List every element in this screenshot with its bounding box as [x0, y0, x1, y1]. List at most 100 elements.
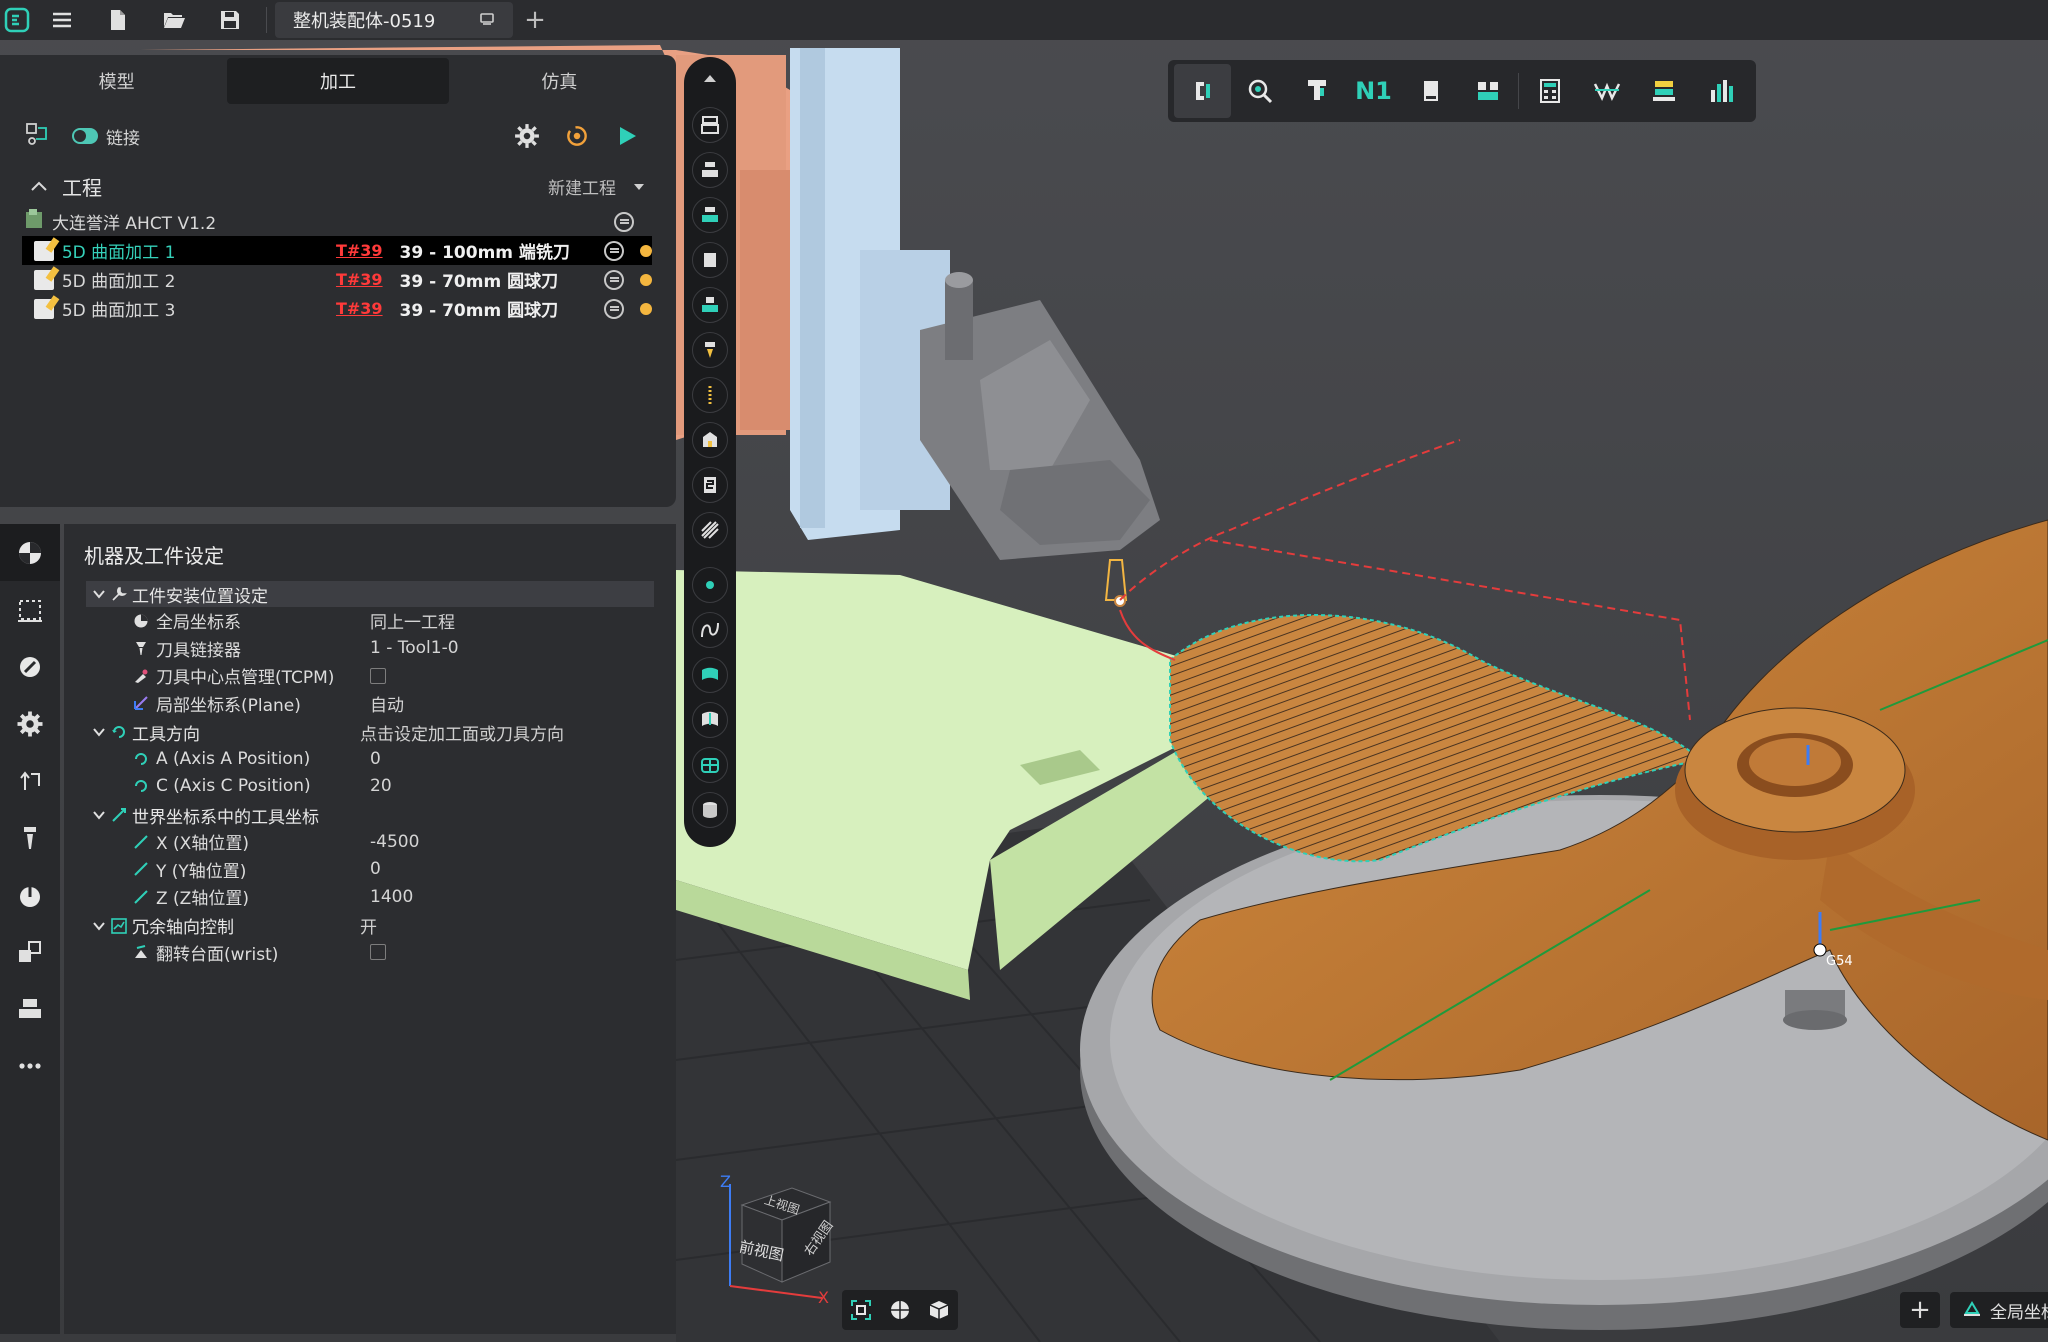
magnet-snap-icon[interactable] [1174, 64, 1231, 118]
link-toggle[interactable] [72, 128, 98, 144]
pocket-icon[interactable] [692, 152, 728, 188]
sequence-icon[interactable] [604, 298, 625, 319]
property-row[interactable]: 刀具链接器 1 - Tool1-0 [64, 635, 676, 663]
surface-icon[interactable] [692, 657, 728, 693]
tcpm-checkbox[interactable] [370, 667, 386, 684]
boundary-icon[interactable] [0, 581, 60, 638]
sheet-icon[interactable] [1402, 64, 1459, 118]
n1-button[interactable]: N1 [1345, 64, 1402, 118]
property-row[interactable]: A (Axis A Position) 0 [64, 745, 676, 773]
chevron-down-icon[interactable] [92, 725, 106, 739]
property-row[interactable]: 局部坐标系(Plane) 自动 [64, 690, 676, 718]
sequence-icon[interactable] [604, 240, 625, 261]
menu-icon[interactable] [34, 0, 90, 40]
wrist-checkbox[interactable] [370, 944, 386, 961]
property-row[interactable]: Y (Y轴位置) 0 [64, 856, 676, 884]
hatch-icon[interactable] [692, 512, 728, 548]
redundant-axis-value[interactable]: 开 [360, 913, 377, 938]
sequence-icon[interactable] [604, 269, 625, 290]
multiaxis-icon[interactable] [692, 747, 728, 783]
add-tab-button[interactable]: + [513, 0, 557, 40]
box-view-icon[interactable] [923, 1294, 955, 1326]
tool-compass-icon[interactable] [0, 638, 60, 695]
operation-row[interactable]: 5D 曲面加工 2 T#39 39 - 70mm 圆球刀 [22, 265, 652, 294]
property-value[interactable]: 1 - Tool1-0 [370, 638, 459, 658]
chevron-down-icon[interactable] [92, 919, 106, 933]
curve-icon[interactable] [692, 612, 728, 648]
tool-assembly-icon[interactable] [1288, 64, 1345, 118]
group-workpiece-position[interactable]: 工件安装位置设定 [86, 581, 654, 607]
tool-direction-hint[interactable]: 点击设定加工面或刀具方向 [360, 720, 564, 745]
collapse-chevron-icon[interactable] [30, 177, 48, 196]
new-file-icon[interactable] [90, 0, 146, 40]
tab-simulation[interactable]: 仿真 [449, 58, 670, 104]
property-value[interactable]: 自动 [370, 691, 404, 716]
property-value[interactable]: 0 [370, 859, 381, 879]
layers-icon[interactable] [1635, 64, 1692, 118]
block-icon[interactable] [692, 242, 728, 278]
slot-icon[interactable] [692, 287, 728, 323]
inspect-icon[interactable] [1231, 64, 1288, 118]
scroll-up-icon[interactable] [702, 69, 718, 88]
new-project-button[interactable]: 新建工程 [548, 174, 616, 199]
sequence-icon[interactable] [614, 211, 634, 232]
drill-icon[interactable] [692, 332, 728, 368]
property-row[interactable]: C (Axis C Position) 20 [64, 773, 676, 801]
tool-number[interactable]: T#39 [336, 270, 398, 289]
group-tool-direction[interactable]: 工具方向 点击设定加工面或刀具方向 [86, 719, 654, 745]
property-row[interactable]: X (X轴位置) -4500 [64, 828, 676, 856]
tab-model[interactable]: 模型 [6, 58, 227, 104]
property-value[interactable]: 1400 [370, 887, 413, 907]
open-folder-icon[interactable] [146, 0, 202, 40]
machine-tree-item[interactable]: 大连誉洋 AHCT V1.2 [0, 207, 676, 236]
coordinate-system-button[interactable]: 全局坐标系 [1950, 1292, 2048, 1328]
property-value[interactable]: 同上一工程 [370, 608, 455, 633]
settings-gear-icon[interactable] [502, 116, 552, 156]
drill-tool-icon[interactable] [0, 809, 60, 866]
tool-number[interactable]: T#39 [336, 299, 398, 318]
contour-icon[interactable] [692, 197, 728, 233]
fit-view-icon[interactable] [845, 1294, 877, 1326]
tab-machining[interactable]: 加工 [227, 58, 449, 104]
run-play-icon[interactable] [602, 116, 652, 156]
more-icon[interactable] [0, 1037, 60, 1094]
link-tool-icon[interactable] [24, 121, 50, 151]
gear-icon[interactable] [0, 695, 60, 752]
stock-icon[interactable] [0, 980, 60, 1037]
regenerate-icon[interactable] [552, 116, 602, 156]
property-row[interactable]: 刀具中心点管理(TCPM) [64, 662, 676, 690]
tap-icon[interactable] [692, 377, 728, 413]
property-row[interactable]: 翻转台面(wrist) [64, 939, 676, 967]
document-tab[interactable]: 整机装配体-0519 [275, 2, 513, 38]
property-row[interactable]: Z (Z轴位置) 1400 [64, 883, 676, 911]
transform-icon[interactable] [0, 923, 60, 980]
property-value[interactable]: 20 [370, 776, 392, 796]
cylinder-icon[interactable] [692, 792, 728, 828]
chevron-down-icon[interactable] [92, 808, 106, 822]
group-world-tool-coords[interactable]: 世界坐标系中的工具坐标 [86, 802, 654, 828]
tool-number[interactable]: T#39 [336, 241, 398, 260]
chevron-down-icon[interactable] [92, 587, 106, 601]
app-logo-icon[interactable] [0, 0, 34, 40]
operation-row[interactable]: 5D 曲面加工 1 T#39 39 - 100mm 端铣刀 [22, 236, 652, 265]
shading-mode-icon[interactable] [884, 1294, 916, 1326]
toolpath-icon[interactable] [0, 866, 60, 923]
calculator-icon[interactable] [1521, 64, 1578, 118]
add-button[interactable]: + [1900, 1292, 1940, 1328]
property-row[interactable]: 全局坐标系 同上一工程 [64, 607, 676, 635]
swarf-icon[interactable] [692, 702, 728, 738]
fixture-icon[interactable] [1459, 64, 1516, 118]
engrave-icon[interactable] [692, 467, 728, 503]
face-mill-icon[interactable] [692, 107, 728, 143]
property-value[interactable]: -4500 [370, 832, 419, 852]
group-redundant-axis[interactable]: 冗余轴向控制 开 [86, 913, 654, 939]
operation-row[interactable]: 5D 曲面加工 3 T#39 39 - 70mm 圆球刀 [22, 294, 652, 323]
property-value[interactable]: 0 [370, 749, 381, 769]
point-icon[interactable] [692, 567, 728, 603]
dropdown-arrow-icon[interactable] [632, 177, 646, 196]
machine-setup-icon[interactable] [0, 524, 60, 581]
waveform-icon[interactable] [1578, 64, 1635, 118]
axis-move-icon[interactable] [0, 752, 60, 809]
view-cube[interactable]: Z X 上视图 前视图 右视图 [712, 1160, 852, 1320]
chamfer-icon[interactable] [692, 422, 728, 458]
